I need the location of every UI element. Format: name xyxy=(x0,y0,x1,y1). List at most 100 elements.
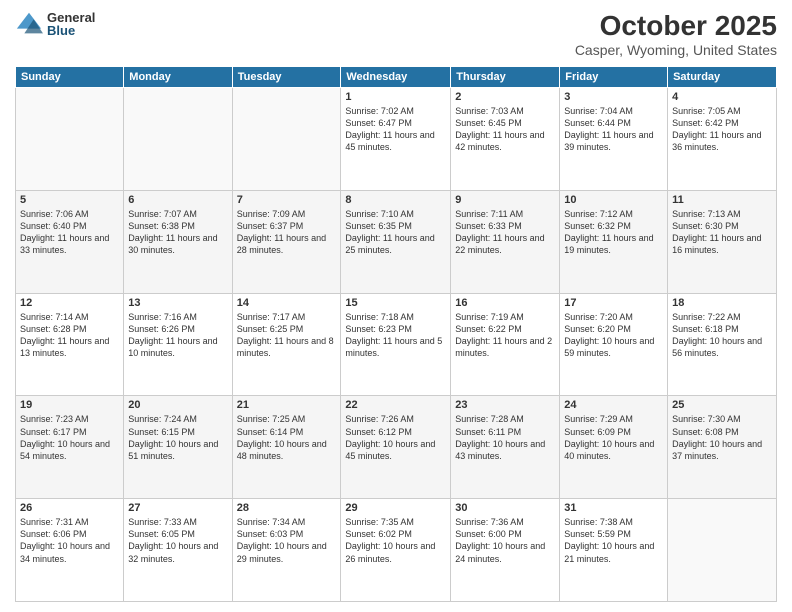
calendar-cell: 20Sunrise: 7:24 AM Sunset: 6:15 PM Dayli… xyxy=(124,396,232,499)
title-block: October 2025 Casper, Wyoming, United Sta… xyxy=(575,10,777,58)
calendar-cell: 23Sunrise: 7:28 AM Sunset: 6:11 PM Dayli… xyxy=(451,396,560,499)
day-number: 19 xyxy=(20,399,119,411)
logo: General Blue xyxy=(15,10,95,38)
calendar-cell: 1 Sunrise: 7:02 AM Sunset: 6:47 PM Daylig… xyxy=(341,88,451,191)
day-info: Sunrise: 7:25 AM Sunset: 6:14 PM Dayligh… xyxy=(237,413,337,462)
col-saturday: Saturday xyxy=(668,67,777,88)
day-info: Sunrise: 7:38 AM Sunset: 5:59 PM Dayligh… xyxy=(564,516,663,565)
day-number: 21 xyxy=(237,399,337,411)
calendar-week-1: 1 Sunrise: 7:02 AM Sunset: 6:47 PM Daylig… xyxy=(16,88,777,191)
calendar-cell: 26Sunrise: 7:31 AM Sunset: 6:06 PM Dayli… xyxy=(16,499,124,602)
day-info: Sunrise: 7:23 AM Sunset: 6:17 PM Dayligh… xyxy=(20,413,119,462)
day-number: 18 xyxy=(672,297,772,309)
location-title: Casper, Wyoming, United States xyxy=(575,42,777,58)
calendar-cell: 4 Sunrise: 7:05 AM Sunset: 6:42 PM Daylig… xyxy=(668,88,777,191)
day-info: Sunrise: 7:18 AM Sunset: 6:23 PM Dayligh… xyxy=(345,311,446,360)
day-info: Sunrise: 7:31 AM Sunset: 6:06 PM Dayligh… xyxy=(20,516,119,565)
calendar-cell: 8 Sunrise: 7:10 AM Sunset: 6:35 PM Daylig… xyxy=(341,190,451,293)
logo-blue: Blue xyxy=(47,24,95,37)
day-info: Sunrise: 7:13 AM Sunset: 6:30 PM Dayligh… xyxy=(672,208,772,257)
calendar-cell: 25 Sunrise: 7:30 AM Sunset: 6:08 PM Dayli… xyxy=(668,396,777,499)
day-number: 3 xyxy=(564,91,663,103)
calendar-header-row: Sunday Monday Tuesday Wednesday Thursday… xyxy=(16,67,777,88)
col-tuesday: Tuesday xyxy=(232,67,341,88)
day-number: 15 xyxy=(345,297,446,309)
calendar-cell: 2 Sunrise: 7:03 AM Sunset: 6:45 PM Daylig… xyxy=(451,88,560,191)
day-number: 25 xyxy=(672,399,772,411)
day-info: Sunrise: 7:26 AM Sunset: 6:12 PM Dayligh… xyxy=(345,413,446,462)
day-number: 14 xyxy=(237,297,337,309)
day-number: 22 xyxy=(345,399,446,411)
day-number: 2 xyxy=(455,91,555,103)
day-number: 29 xyxy=(345,502,446,514)
calendar-cell: 24Sunrise: 7:29 AM Sunset: 6:09 PM Dayli… xyxy=(560,396,668,499)
day-info: Sunrise: 7:05 AM Sunset: 6:42 PM Dayligh… xyxy=(672,105,772,154)
calendar-cell: 13Sunrise: 7:16 AM Sunset: 6:26 PM Dayli… xyxy=(124,293,232,396)
calendar-cell: 19 Sunrise: 7:23 AM Sunset: 6:17 PM Dayli… xyxy=(16,396,124,499)
day-number: 1 xyxy=(345,91,446,103)
day-info: Sunrise: 7:12 AM Sunset: 6:32 PM Dayligh… xyxy=(564,208,663,257)
day-number: 16 xyxy=(455,297,555,309)
day-number: 23 xyxy=(455,399,555,411)
calendar-week-4: 19 Sunrise: 7:23 AM Sunset: 6:17 PM Dayli… xyxy=(16,396,777,499)
day-number: 4 xyxy=(672,91,772,103)
month-title: October 2025 xyxy=(575,10,777,42)
calendar-cell: 10 Sunrise: 7:12 AM Sunset: 6:32 PM Dayli… xyxy=(560,190,668,293)
day-info: Sunrise: 7:19 AM Sunset: 6:22 PM Dayligh… xyxy=(455,311,555,360)
col-thursday: Thursday xyxy=(451,67,560,88)
calendar-cell xyxy=(124,88,232,191)
day-number: 7 xyxy=(237,194,337,206)
day-info: Sunrise: 7:20 AM Sunset: 6:20 PM Dayligh… xyxy=(564,311,663,360)
day-info: Sunrise: 7:06 AM Sunset: 6:40 PM Dayligh… xyxy=(20,208,119,257)
col-wednesday: Wednesday xyxy=(341,67,451,88)
col-friday: Friday xyxy=(560,67,668,88)
calendar-cell: 15 Sunrise: 7:18 AM Sunset: 6:23 PM Dayli… xyxy=(341,293,451,396)
day-number: 17 xyxy=(564,297,663,309)
calendar-cell: 3 Sunrise: 7:04 AM Sunset: 6:44 PM Daylig… xyxy=(560,88,668,191)
day-number: 8 xyxy=(345,194,446,206)
logo-icon xyxy=(15,10,43,38)
header: General Blue October 2025 Casper, Wyomin… xyxy=(15,10,777,58)
calendar-cell: 30Sunrise: 7:36 AM Sunset: 6:00 PM Dayli… xyxy=(451,499,560,602)
day-number: 13 xyxy=(128,297,227,309)
calendar-cell: 14Sunrise: 7:17 AM Sunset: 6:25 PM Dayli… xyxy=(232,293,341,396)
calendar-cell: 6Sunrise: 7:07 AM Sunset: 6:38 PM Daylig… xyxy=(124,190,232,293)
day-info: Sunrise: 7:14 AM Sunset: 6:28 PM Dayligh… xyxy=(20,311,119,360)
page: General Blue October 2025 Casper, Wyomin… xyxy=(0,0,792,612)
calendar-cell: 9Sunrise: 7:11 AM Sunset: 6:33 PM Daylig… xyxy=(451,190,560,293)
calendar-cell: 17 Sunrise: 7:20 AM Sunset: 6:20 PM Dayli… xyxy=(560,293,668,396)
calendar-week-2: 5 Sunrise: 7:06 AM Sunset: 6:40 PM Daylig… xyxy=(16,190,777,293)
day-info: Sunrise: 7:33 AM Sunset: 6:05 PM Dayligh… xyxy=(128,516,227,565)
calendar-cell: 28 Sunrise: 7:34 AM Sunset: 6:03 PM Dayli… xyxy=(232,499,341,602)
day-number: 31 xyxy=(564,502,663,514)
calendar-cell: 29 Sunrise: 7:35 AM Sunset: 6:02 PM Dayli… xyxy=(341,499,451,602)
day-number: 30 xyxy=(455,502,555,514)
calendar-cell: 7Sunrise: 7:09 AM Sunset: 6:37 PM Daylig… xyxy=(232,190,341,293)
day-number: 11 xyxy=(672,194,772,206)
day-number: 10 xyxy=(564,194,663,206)
logo-text: General Blue xyxy=(47,11,95,37)
col-sunday: Sunday xyxy=(16,67,124,88)
calendar-cell xyxy=(232,88,341,191)
calendar-cell: 21 Sunrise: 7:25 AM Sunset: 6:14 PM Dayli… xyxy=(232,396,341,499)
day-info: Sunrise: 7:35 AM Sunset: 6:02 PM Dayligh… xyxy=(345,516,446,565)
calendar-week-5: 26Sunrise: 7:31 AM Sunset: 6:06 PM Dayli… xyxy=(16,499,777,602)
day-info: Sunrise: 7:10 AM Sunset: 6:35 PM Dayligh… xyxy=(345,208,446,257)
col-monday: Monday xyxy=(124,67,232,88)
day-info: Sunrise: 7:02 AM Sunset: 6:47 PM Dayligh… xyxy=(345,105,446,154)
day-number: 12 xyxy=(20,297,119,309)
day-info: Sunrise: 7:07 AM Sunset: 6:38 PM Dayligh… xyxy=(128,208,227,257)
day-info: Sunrise: 7:30 AM Sunset: 6:08 PM Dayligh… xyxy=(672,413,772,462)
calendar-cell xyxy=(16,88,124,191)
day-info: Sunrise: 7:04 AM Sunset: 6:44 PM Dayligh… xyxy=(564,105,663,154)
calendar-cell: 16 Sunrise: 7:19 AM Sunset: 6:22 PM Dayli… xyxy=(451,293,560,396)
day-info: Sunrise: 7:03 AM Sunset: 6:45 PM Dayligh… xyxy=(455,105,555,154)
calendar: Sunday Monday Tuesday Wednesday Thursday… xyxy=(15,66,777,602)
day-number: 5 xyxy=(20,194,119,206)
calendar-week-3: 12 Sunrise: 7:14 AM Sunset: 6:28 PM Dayli… xyxy=(16,293,777,396)
day-number: 28 xyxy=(237,502,337,514)
calendar-cell: 18Sunrise: 7:22 AM Sunset: 6:18 PM Dayli… xyxy=(668,293,777,396)
day-number: 20 xyxy=(128,399,227,411)
calendar-cell: 31 Sunrise: 7:38 AM Sunset: 5:59 PM Dayli… xyxy=(560,499,668,602)
day-info: Sunrise: 7:34 AM Sunset: 6:03 PM Dayligh… xyxy=(237,516,337,565)
